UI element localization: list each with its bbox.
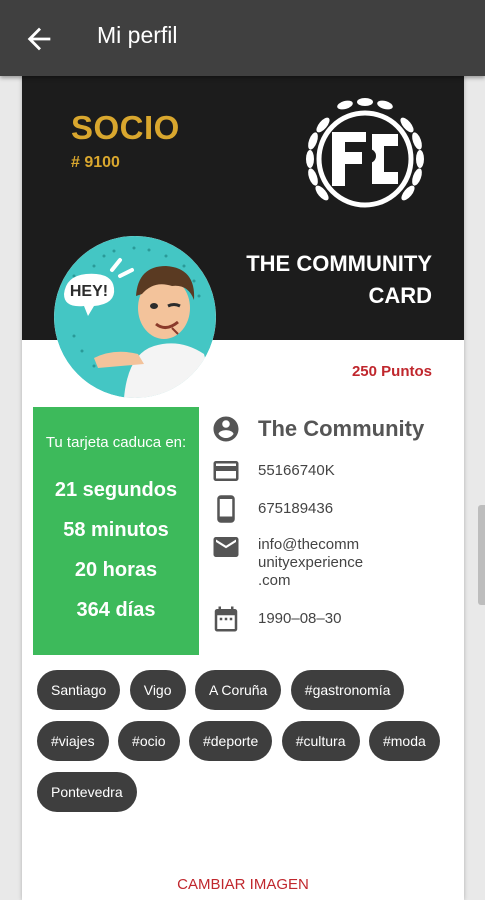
tag-chip[interactable]: #viajes bbox=[37, 721, 109, 761]
phone-row: 675189436 bbox=[211, 494, 333, 524]
email-line-2: unityexperience bbox=[258, 554, 364, 571]
expiry-days: 364 días bbox=[76, 599, 156, 621]
member-number: # 9100 bbox=[71, 154, 120, 171]
account-circle-icon bbox=[213, 416, 239, 442]
email-row: info@thecomm unityexperience .com bbox=[211, 532, 363, 590]
expiry-minutes: 58 minutos bbox=[63, 519, 169, 541]
email-line-3: .com bbox=[258, 572, 291, 589]
tag-chip[interactable]: A Coruña bbox=[194, 670, 282, 710]
app-bar: Mi perfil bbox=[0, 0, 485, 76]
smartphone-icon bbox=[217, 495, 235, 523]
tag-chip[interactable]: #ocio bbox=[118, 721, 180, 761]
email-line-1: info@thecomm bbox=[258, 536, 360, 553]
points-label: 250 Puntos bbox=[351, 363, 432, 380]
profile-name-row: The Community bbox=[211, 414, 424, 444]
brand-line-2: CARD bbox=[368, 283, 432, 308]
brand-name: THE COMMUNITY CARD bbox=[192, 248, 432, 312]
birthdate-row: 1990–08–30 bbox=[211, 604, 341, 634]
calendar-icon bbox=[214, 606, 238, 632]
email-address: info@thecomm unityexperience .com bbox=[258, 536, 363, 590]
expiry-seconds: 21 segundos bbox=[54, 479, 178, 501]
id-row: 55166740K bbox=[211, 456, 335, 486]
member-card: SOCIO # 9100 THE COMMUNITY CARD HEY! 250… bbox=[22, 76, 464, 900]
avatar[interactable]: HEY! bbox=[54, 236, 216, 398]
change-image-button[interactable]: CAMBIAR IMAGEN bbox=[22, 876, 464, 893]
tag-chip[interactable]: Santiago bbox=[37, 670, 121, 710]
page-title: Mi perfil bbox=[97, 22, 178, 48]
expiry-panel: Tu tarjeta caduca en: 21 segundos 58 min… bbox=[33, 407, 199, 655]
id-number: 55166740K bbox=[258, 462, 335, 479]
avatar-illustration: HEY! bbox=[54, 236, 216, 398]
tag-chip[interactable]: #deporte bbox=[188, 721, 273, 761]
birthdate: 1990–08–30 bbox=[258, 610, 342, 627]
tag-chip[interactable]: #gastronomía bbox=[290, 670, 405, 710]
tag-chip[interactable]: Pontevedra bbox=[37, 772, 137, 812]
scrollbar[interactable] bbox=[478, 505, 485, 605]
phone-number: 675189436 bbox=[258, 500, 334, 517]
expiry-hours: 20 horas bbox=[74, 559, 158, 581]
interest-tags: Santiago Vigo A Coruña #gastronomía #via… bbox=[37, 670, 457, 823]
email-icon bbox=[213, 537, 239, 557]
profile-name: The Community bbox=[258, 416, 425, 441]
community-logo bbox=[306, 98, 424, 208]
credit-card-icon bbox=[213, 461, 239, 481]
member-role: SOCIO bbox=[71, 109, 180, 146]
expiry-label: Tu tarjeta caduca en: bbox=[45, 434, 187, 451]
tag-chip[interactable]: #cultura bbox=[281, 721, 360, 761]
tag-chip[interactable]: Vigo bbox=[129, 670, 186, 710]
tag-chip[interactable]: #moda bbox=[368, 721, 440, 761]
back-arrow-icon[interactable] bbox=[22, 22, 56, 56]
brand-line-1: THE COMMUNITY bbox=[246, 251, 432, 276]
avatar-hey-text: HEY! bbox=[70, 283, 108, 300]
